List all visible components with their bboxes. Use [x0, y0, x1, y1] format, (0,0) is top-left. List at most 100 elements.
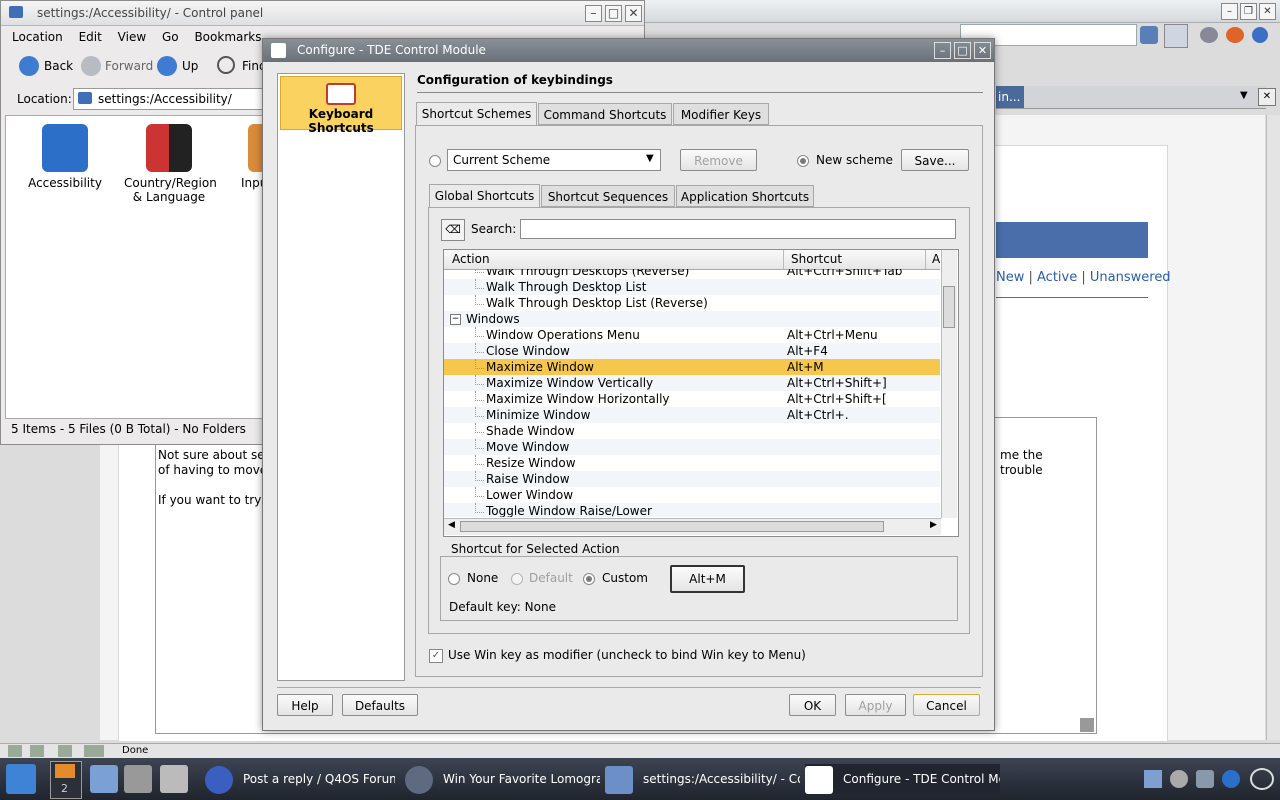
link-active[interactable]: Active: [1037, 270, 1077, 285]
screenshot-launcher-icon[interactable]: [160, 765, 188, 793]
file-manager-launcher-icon[interactable]: [90, 765, 118, 793]
task-control-panel[interactable]: settings:/Accessibility/ - Con: [605, 764, 800, 794]
hp-icon[interactable]: [1222, 770, 1240, 788]
close-icon[interactable]: ✕: [625, 5, 642, 22]
save-button[interactable]: Save...: [901, 149, 969, 171]
radio-custom[interactable]: [583, 573, 595, 585]
radio-none[interactable]: [448, 573, 460, 585]
tab-application-shortcuts[interactable]: Application Shortcuts: [676, 185, 814, 207]
use-win-key-checkbox[interactable]: ✓: [429, 649, 443, 663]
column-header-action[interactable]: Action: [452, 252, 490, 266]
close-icon[interactable]: ✕: [974, 42, 991, 59]
ok-button[interactable]: OK: [789, 694, 836, 716]
maximize-icon[interactable]: □: [954, 42, 971, 59]
scroll-left-icon[interactable]: ◀: [448, 520, 455, 530]
column-header-shortcut[interactable]: Shortcut: [791, 252, 842, 266]
scheme-select[interactable]: Current Scheme ▼: [447, 149, 661, 171]
globe-icon[interactable]: [1252, 27, 1268, 43]
sidebar-item-keyboard-shortcuts[interactable]: Keyboard Shortcuts: [280, 76, 402, 135]
table-row[interactable]: Lower Window: [444, 487, 940, 503]
table-row[interactable]: Minimize Window Alt+Ctrl+.: [444, 407, 940, 423]
desktop-1[interactable]: [55, 764, 75, 778]
radio-new-scheme[interactable]: [797, 155, 809, 167]
menu-edit[interactable]: Edit: [73, 27, 108, 44]
remove-button[interactable]: Remove: [680, 149, 757, 171]
menu-location[interactable]: Location: [6, 27, 69, 44]
cancel-button[interactable]: Cancel: [913, 694, 980, 716]
table-row[interactable]: Shade Window: [444, 423, 940, 439]
search-icon[interactable]: [1164, 24, 1188, 48]
search-input[interactable]: [520, 219, 956, 239]
network-icon[interactable]: [1200, 27, 1218, 43]
bookmark-icon[interactable]: [1140, 26, 1158, 44]
up-icon[interactable]: [157, 56, 177, 76]
chevron-down-icon[interactable]: ▼: [1240, 90, 1248, 101]
apply-button[interactable]: Apply: [845, 694, 906, 716]
link-unanswered[interactable]: Unanswered: [1090, 270, 1171, 285]
tab-shortcut-schemes[interactable]: Shortcut Schemes: [416, 102, 537, 126]
resize-handle[interactable]: [1080, 718, 1094, 732]
table-row[interactable]: Close Window Alt+F4: [444, 343, 940, 359]
minimize-icon[interactable]: –: [934, 42, 951, 59]
tab-global-shortcuts[interactable]: Global Shortcuts: [429, 184, 540, 208]
task-forum[interactable]: Post a reply / Q4OS Forum -: [205, 764, 395, 794]
close-icon[interactable]: ✕: [1259, 3, 1276, 20]
table-row[interactable]: Resize Window: [444, 455, 940, 471]
tree-hscrollbar[interactable]: ◀ ▶: [444, 518, 941, 535]
location-input[interactable]: settings:/Accessibility/: [73, 88, 265, 110]
link-new[interactable]: New: [996, 270, 1024, 285]
minimize-icon[interactable]: –: [1221, 3, 1238, 20]
task-lomography[interactable]: Win Your Favorite Lomograp: [405, 764, 600, 794]
back-icon[interactable]: [19, 56, 39, 76]
firefox-icon[interactable]: [1226, 27, 1244, 43]
browser-tab[interactable]: in...: [996, 86, 1024, 108]
minimize-icon[interactable]: –: [585, 5, 602, 22]
table-row[interactable]: Window Operations Menu Alt+Ctrl+Menu: [444, 327, 940, 343]
table-row[interactable]: Move Window: [444, 439, 940, 455]
table-row[interactable]: Maximize Window Alt+M: [444, 359, 940, 375]
task-configure[interactable]: Configure - TDE Control Mo: [805, 764, 1000, 794]
tab-modifier-keys[interactable]: Modifier Keys: [673, 103, 769, 125]
page-scrollbar[interactable]: [1266, 115, 1280, 740]
find-icon[interactable]: [217, 56, 235, 74]
table-row[interactable]: Walk Through Desktop List (Reverse): [444, 295, 940, 311]
table-row[interactable]: Raise Window: [444, 471, 940, 487]
clear-search-icon[interactable]: ⌫: [441, 219, 465, 241]
tree-vscrollbar[interactable]: [941, 250, 957, 518]
scroll-thumb[interactable]: [460, 521, 884, 532]
radio-default[interactable]: [511, 573, 523, 585]
menu-view[interactable]: View: [112, 27, 152, 44]
menu-go[interactable]: Go: [156, 27, 185, 44]
table-row[interactable]: Maximize Window Vertically Alt+Ctrl+Shift…: [444, 375, 940, 391]
column-header-alternate[interactable]: A: [932, 252, 940, 266]
scroll-thumb[interactable]: [943, 286, 955, 328]
desktop-pager[interactable]: 2: [50, 761, 82, 799]
back-button[interactable]: Back: [44, 59, 73, 73]
file-item[interactable]: Country/Region & Language: [114, 124, 224, 204]
collapse-icon[interactable]: −: [450, 314, 461, 325]
scroll-right-icon[interactable]: ▶: [930, 520, 937, 530]
tab-shortcut-sequences[interactable]: Shortcut Sequences: [541, 185, 675, 207]
table-row[interactable]: Walk Through Desktops (Reverse) Alt+Ctrl+…: [444, 269, 940, 279]
tree-group-row[interactable]: − Windows: [444, 311, 940, 327]
forward-icon[interactable]: [81, 56, 101, 76]
restore-icon[interactable]: ❐: [1240, 3, 1257, 20]
tab-command-shortcuts[interactable]: Command Shortcuts: [538, 103, 672, 125]
table-row[interactable]: Toggle Window Raise/Lower: [444, 503, 940, 517]
start-menu-icon[interactable]: [6, 764, 36, 794]
shortcut-key-button[interactable]: Alt+M: [670, 565, 745, 593]
up-button[interactable]: Up: [182, 59, 198, 73]
file-item[interactable]: Accessibility: [10, 124, 120, 190]
volume-icon[interactable]: [1170, 770, 1188, 788]
clock-icon[interactable]: [1250, 768, 1274, 790]
terminal-launcher-icon[interactable]: [124, 765, 152, 793]
defaults-button[interactable]: Defaults: [342, 694, 418, 716]
menu-bookmarks[interactable]: Bookmarks: [188, 27, 267, 44]
network-icon[interactable]: [1144, 770, 1162, 788]
device-icon[interactable]: [1196, 770, 1214, 788]
table-row[interactable]: Maximize Window Horizontally Alt+Ctrl+Shi…: [444, 391, 940, 407]
help-button[interactable]: Help: [277, 694, 333, 716]
table-row[interactable]: Walk Through Desktop List: [444, 279, 940, 295]
forward-button[interactable]: Forward: [105, 59, 153, 73]
close-tab-icon[interactable]: ✕: [1258, 88, 1276, 106]
